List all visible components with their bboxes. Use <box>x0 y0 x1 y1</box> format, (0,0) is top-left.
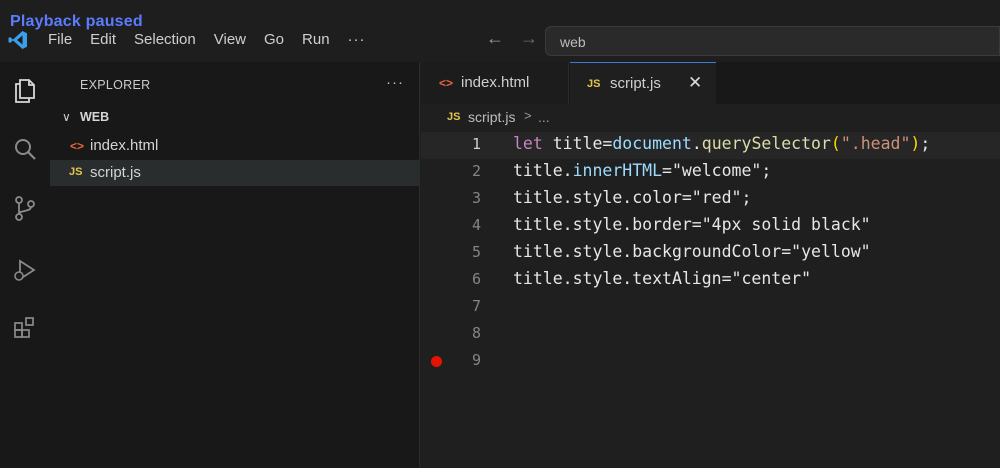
breadcrumb-symbols[interactable]: ... <box>538 109 550 125</box>
code-text: let title=document.querySelector(".head"… <box>513 134 930 153</box>
editor-tab-bar: <> index.html JS script.js ✕ <box>421 62 1000 104</box>
line-number: 3 <box>471 189 481 207</box>
line-number: 7 <box>471 297 481 315</box>
code-token: title. <box>513 161 573 180</box>
code-token: let <box>513 134 543 153</box>
menu-selection[interactable]: Selection <box>134 31 196 48</box>
js-file-icon: JS <box>447 111 461 123</box>
chevron-down-icon: ∨ <box>62 110 71 124</box>
code-token: querySelector <box>701 134 831 153</box>
extensions-icon[interactable] <box>11 314 39 342</box>
run-debug-icon[interactable] <box>11 256 39 284</box>
breadcrumb: JS script.js > ... <box>421 104 1000 132</box>
code-text: title.innerHTML="welcome"; <box>513 161 771 180</box>
menu-go[interactable]: Go <box>264 31 284 48</box>
vscode-logo-icon <box>8 31 27 49</box>
line-number: 1 <box>471 135 481 153</box>
file-item-script-js[interactable]: JS script.js <box>50 160 420 186</box>
code-editor[interactable]: 1 let title=document.querySelector(".head… <box>421 132 1000 468</box>
code-text: title.style.color="red"; <box>513 188 751 207</box>
code-token: title.style.color="red"; <box>513 188 752 207</box>
code-line[interactable]: 9 <box>421 348 1000 375</box>
forward-arrow-icon[interactable]: → <box>520 28 538 49</box>
js-file-icon: JS <box>587 78 601 90</box>
code-line[interactable]: 6 title.style.textAlign="center" <box>421 267 1000 294</box>
folder-name: WEB <box>80 110 110 124</box>
file-item-index-html[interactable]: <> index.html <box>50 133 420 159</box>
chevron-right-icon: > <box>524 108 532 123</box>
command-center-search[interactable]: web <box>545 26 1000 56</box>
explorer-sidebar: EXPLORER ··· ∨ WEB <> index.html JS scri… <box>50 62 420 468</box>
search-text: web <box>560 34 586 50</box>
explorer-more-actions[interactable]: ··· <box>386 74 404 91</box>
close-icon[interactable]: ✕ <box>688 73 702 93</box>
code-line[interactable]: 4 title.style.border="4px solid black" <box>421 213 1000 240</box>
menu-run[interactable]: Run <box>302 31 330 48</box>
breadcrumb-file[interactable]: script.js <box>468 109 515 125</box>
title-bar: File Edit Selection View Go Run ··· ← → … <box>0 0 1000 62</box>
file-name: index.html <box>90 137 159 154</box>
search-icon[interactable] <box>11 136 39 164</box>
line-number: 6 <box>471 270 481 288</box>
code-text: title.style.backgroundColor="yellow" <box>513 242 871 261</box>
code-line[interactable]: 3 title.style.color="red"; <box>421 186 1000 213</box>
code-token: ="welcome"; <box>662 161 772 180</box>
file-name: script.js <box>90 164 141 181</box>
tab-script-js[interactable]: JS script.js ✕ <box>570 62 716 104</box>
code-line[interactable]: 1 let title=document.querySelector(".head… <box>421 132 1000 159</box>
code-token: document <box>612 134 692 153</box>
source-control-icon[interactable] <box>11 194 39 222</box>
tab-label: index.html <box>461 74 530 91</box>
html-file-icon: <> <box>439 76 454 90</box>
code-text: title.style.border="4px solid black" <box>513 215 871 234</box>
code-token: title.style.textAlign="center" <box>513 269 812 288</box>
code-token: ".head" <box>840 134 911 153</box>
playback-status-overlay: Playback paused <box>10 13 143 30</box>
line-number: 8 <box>471 324 481 342</box>
menu-bar: File Edit Selection View Go Run ··· <box>48 31 384 48</box>
menu-file[interactable]: File <box>48 31 72 48</box>
menu-edit[interactable]: Edit <box>90 31 116 48</box>
line-number: 4 <box>471 216 481 234</box>
tab-label: script.js <box>610 75 661 92</box>
line-number: 9 <box>471 351 481 369</box>
vscode-window: File Edit Selection View Go Run ··· ← → … <box>0 0 1000 468</box>
code-token: title.style.border="4px solid black" <box>513 215 871 234</box>
menu-more[interactable]: ··· <box>348 31 366 48</box>
code-token: = <box>602 134 613 153</box>
line-number: 2 <box>471 162 481 180</box>
files-icon[interactable] <box>11 76 39 104</box>
code-line[interactable]: 8 <box>421 321 1000 348</box>
html-file-icon: <> <box>70 139 85 153</box>
explorer-title: EXPLORER <box>80 78 151 92</box>
code-token: ; <box>920 134 931 153</box>
activity-bar <box>0 62 50 468</box>
code-token: title.style.backgroundColor="yellow" <box>513 242 871 261</box>
code-token: ) <box>910 134 921 153</box>
code-line[interactable]: 5 title.style.backgroundColor="yellow" <box>421 240 1000 267</box>
code-line[interactable]: 2 title.innerHTML="welcome"; <box>421 159 1000 186</box>
code-token: . <box>691 134 702 153</box>
js-file-icon: JS <box>69 166 83 178</box>
code-token: title <box>552 134 603 153</box>
code-token: innerHTML <box>572 161 663 180</box>
line-number: 5 <box>471 243 481 261</box>
code-text: title.style.textAlign="center" <box>513 269 811 288</box>
folder-row-web[interactable]: ∨ WEB <box>50 106 420 130</box>
code-line[interactable]: 7 <box>421 294 1000 321</box>
tab-index-html[interactable]: <> index.html <box>421 62 569 104</box>
code-token: ( <box>830 134 841 153</box>
menu-view[interactable]: View <box>214 31 246 48</box>
back-arrow-icon[interactable]: ← <box>486 28 504 49</box>
